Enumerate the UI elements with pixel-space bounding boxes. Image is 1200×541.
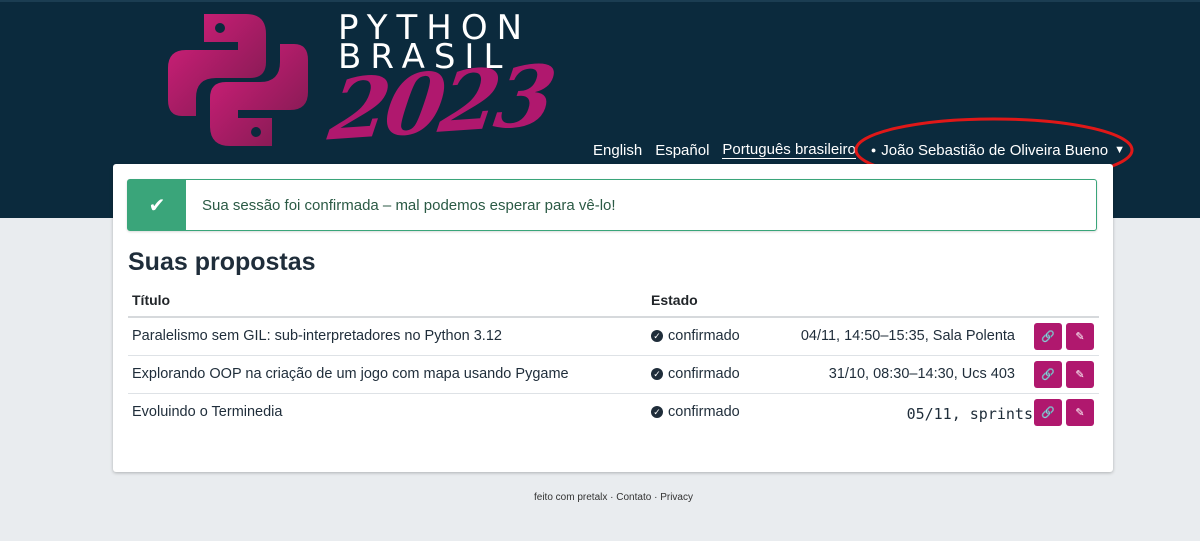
proposal-title: Evoluindo o Terminedia	[132, 404, 283, 420]
table-row: Evoluindo o Terminedia ✓ confirmado 05/1…	[128, 394, 1099, 431]
proposal-time: 31/10, 08:30–14:30, Ucs 403	[828, 366, 1015, 382]
table-row: Explorando OOP na criação de um jogo com…	[128, 356, 1099, 394]
footer-separator: ·	[654, 492, 658, 503]
alert-message: Sua sessão foi confirmada – mal podemos …	[202, 196, 616, 214]
logo-year: 2023	[323, 45, 559, 160]
proposal-title: Paralelismo sem GIL: sub-interpretadores…	[132, 328, 502, 344]
language-link-english[interactable]: English	[593, 142, 642, 159]
proposal-state: ✓ confirmado	[651, 366, 740, 382]
proposal-state: ✓ confirmado	[651, 404, 740, 420]
link-button[interactable]: 🔗	[1034, 323, 1062, 350]
link-button[interactable]: 🔗	[1034, 399, 1062, 426]
state-label: confirmado	[668, 328, 740, 344]
proposal-time-handwritten: 05/11, sprints	[906, 405, 1033, 423]
section-title: Suas propostas	[128, 248, 316, 276]
content-card: ✔ Sua sessão foi confirmada – mal podemo…	[113, 164, 1113, 472]
check-circle-icon: ✓	[651, 406, 663, 418]
edit-icon: ✎	[1075, 407, 1085, 419]
link-icon: 🔗	[1041, 407, 1055, 419]
pretalx-link[interactable]: feito com pretalx	[534, 492, 607, 503]
check-circle-icon: ✓	[651, 368, 663, 380]
edit-button[interactable]: ✎	[1066, 323, 1094, 350]
proposal-state: ✓ confirmado	[651, 328, 740, 344]
header-topline	[0, 0, 1200, 2]
link-icon: 🔗	[1041, 369, 1055, 381]
privacy-link[interactable]: Privacy	[660, 492, 693, 503]
success-alert: ✔ Sua sessão foi confirmada – mal podemo…	[127, 179, 1097, 231]
link-button[interactable]: 🔗	[1034, 361, 1062, 388]
language-link-espanol[interactable]: Español	[655, 142, 709, 159]
contact-link[interactable]: Contato	[616, 492, 651, 503]
edit-button[interactable]: ✎	[1066, 399, 1094, 426]
edit-icon: ✎	[1075, 369, 1085, 381]
python-logo-icon	[168, 14, 308, 146]
proposal-title: Explorando OOP na criação de um jogo com…	[132, 366, 569, 382]
column-state: Estado	[651, 292, 698, 308]
edit-icon: ✎	[1075, 331, 1085, 343]
check-circle-icon: ✓	[651, 330, 663, 342]
link-icon: 🔗	[1041, 331, 1055, 343]
table-header: Título Estado	[128, 284, 1099, 318]
proposals-table: Título Estado Paralelismo sem GIL: sub-i…	[128, 284, 1099, 431]
column-title: Título	[132, 292, 171, 308]
language-link-portugues[interactable]: Português brasileiro	[722, 141, 856, 159]
state-label: confirmado	[668, 404, 740, 420]
state-label: confirmado	[668, 366, 740, 382]
check-icon: ✔	[128, 180, 186, 230]
table-row: Paralelismo sem GIL: sub-interpretadores…	[128, 318, 1099, 356]
page-footer: feito com pretalx · Contato · Privacy	[0, 492, 1200, 503]
footer-separator: ·	[610, 492, 614, 503]
edit-button[interactable]: ✎	[1066, 361, 1094, 388]
proposal-time: 04/11, 14:50–15:35, Sala Polenta	[800, 328, 1015, 344]
